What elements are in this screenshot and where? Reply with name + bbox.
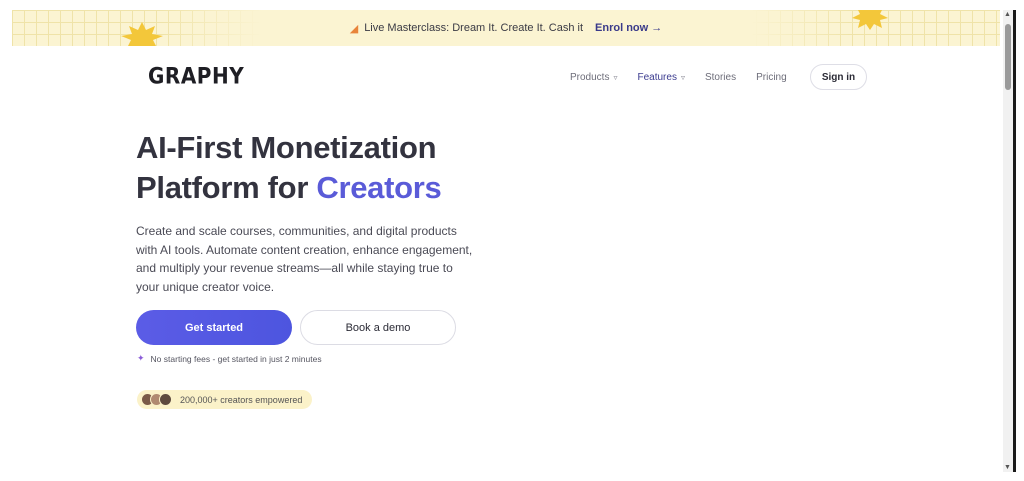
- avatar: [159, 393, 172, 406]
- sparkle-icon: ✦: [137, 353, 145, 363]
- vertical-scrollbar[interactable]: ▲ ▼: [1003, 10, 1013, 472]
- nav-products-label: Products: [570, 71, 610, 83]
- window-edge: [1013, 10, 1016, 472]
- hero-description: Create and scale courses, communities, a…: [136, 224, 473, 294]
- scrollbar-thumb[interactable]: [1005, 24, 1011, 90]
- get-started-button[interactable]: Get started: [136, 310, 292, 345]
- enrol-now-link[interactable]: Enrol now →: [595, 22, 662, 34]
- banner-text: Live Masterclass: Dream It. Create It. C…: [364, 22, 584, 34]
- sign-in-button[interactable]: Sign in: [810, 64, 867, 90]
- creators-badge: 200,000+ creators empowered: [137, 390, 313, 409]
- hero-title-accent: Creators: [316, 170, 442, 205]
- chevron-down-icon: ▿: [613, 72, 618, 82]
- nav-features[interactable]: Features ▿: [637, 72, 684, 83]
- nav-stories[interactable]: Stories: [705, 72, 736, 83]
- hero-title: AI-First Monetization Platform for Creat…: [136, 128, 536, 208]
- creators-count-text: 200,000+ creators empowered: [180, 394, 303, 405]
- banner-content: ◢ Live Masterclass: Dream It. Create It.…: [262, 10, 750, 46]
- announcement-banner[interactable]: ◢ Live Masterclass: Dream It. Create It.…: [12, 10, 1000, 46]
- chevron-down-icon: ▿: [680, 72, 685, 82]
- starburst-right-icon: [852, 10, 888, 30]
- scroll-up-arrow-icon[interactable]: ▲: [1004, 11, 1011, 18]
- hero-title-line2: Platform for: [136, 170, 317, 205]
- book-demo-button[interactable]: Book a demo: [300, 310, 456, 345]
- starburst-left-icon: [121, 22, 163, 46]
- main-nav: Products ▿ Features ▿ Stories Pricing: [570, 64, 807, 90]
- page: ◢ Live Masterclass: Dream It. Create It.…: [0, 0, 1024, 481]
- no-fees-note: ✦ No starting fees - get started in just…: [137, 353, 322, 364]
- nav-stories-label: Stories: [704, 71, 737, 83]
- graphy-logo[interactable]: GRAPHY: [148, 63, 244, 89]
- hero-title-line1: AI-First Monetization: [136, 130, 437, 165]
- no-fees-text: No starting fees - get started in just 2…: [150, 353, 322, 364]
- nav-pricing-label: Pricing: [756, 71, 787, 83]
- megaphone-icon: ◢: [349, 22, 359, 35]
- scroll-down-arrow-icon[interactable]: ▼: [1004, 464, 1011, 471]
- nav-pricing[interactable]: Pricing: [756, 72, 787, 83]
- nav-features-label: Features: [637, 71, 677, 83]
- creator-avatars: [141, 393, 176, 406]
- nav-products[interactable]: Products ▿: [570, 72, 617, 83]
